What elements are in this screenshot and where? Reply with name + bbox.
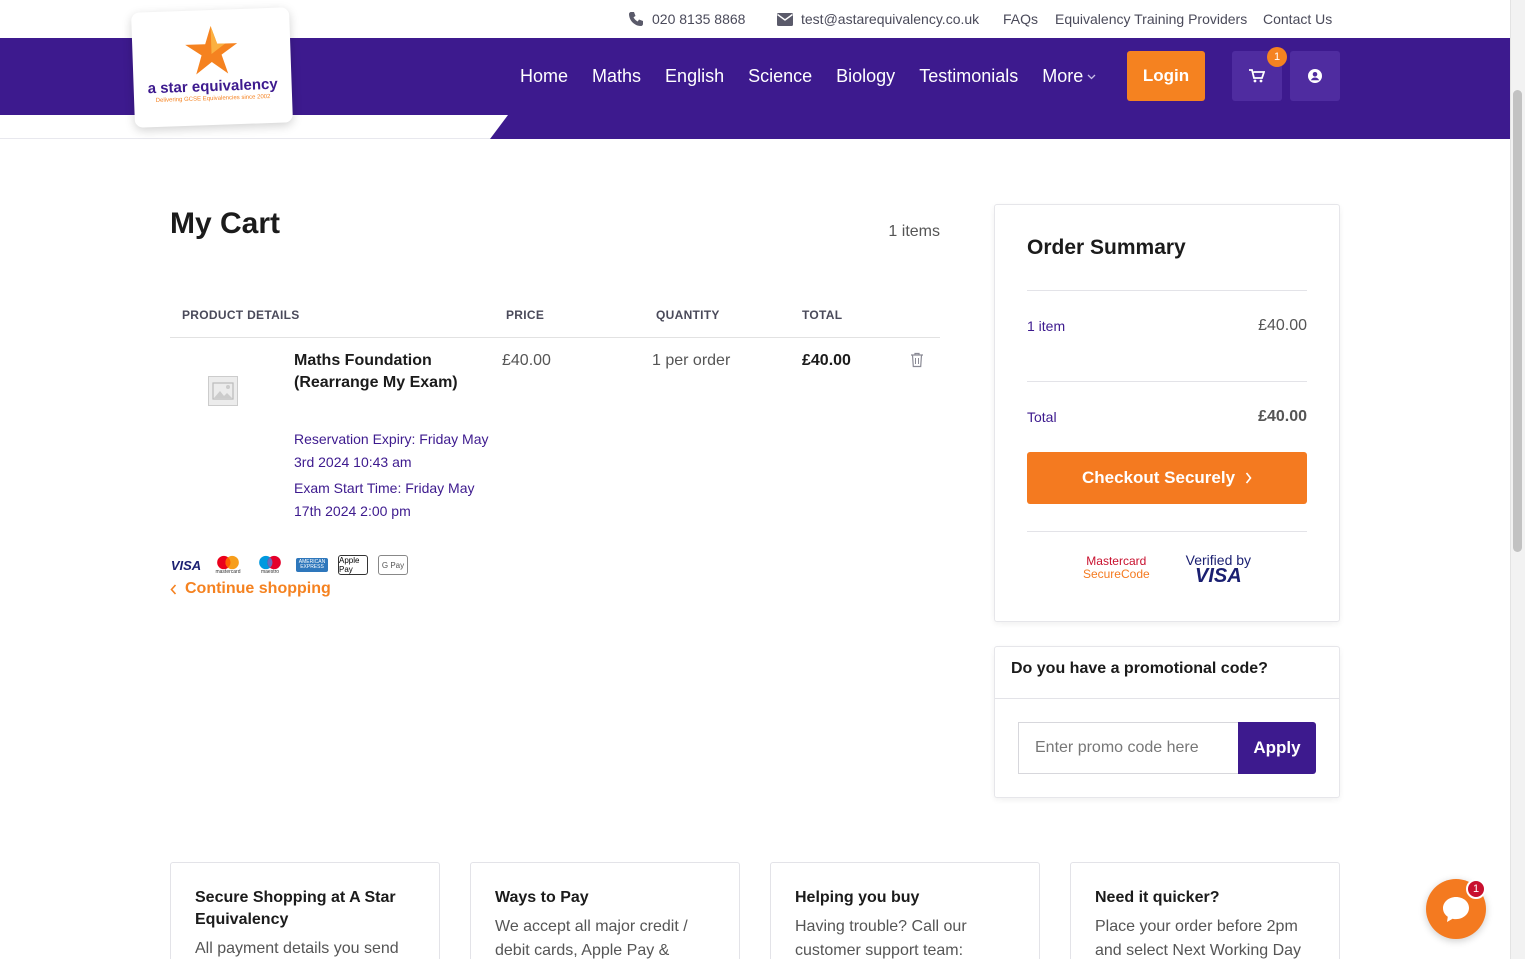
header-quantity: QUANTITY xyxy=(656,308,720,322)
envelope-icon xyxy=(777,12,793,26)
star-logo-icon xyxy=(185,26,238,75)
checkout-securely-button[interactable]: Checkout Securely xyxy=(1027,452,1307,504)
cart-table-header: PRODUCT DETAILS PRICE QUANTITY TOTAL xyxy=(170,306,940,338)
divider xyxy=(1027,381,1307,382)
exam-start-time: Exam Start Time: Friday May 17th 2024 2:… xyxy=(294,480,475,519)
email-link[interactable]: test@astarequivalency.co.uk xyxy=(777,11,979,27)
mastercard-securecode-logo: Mastercard SecureCode xyxy=(1082,554,1150,581)
summary-items-row: 1 item £40.00 xyxy=(1027,317,1307,335)
contact-us-link[interactable]: Contact Us xyxy=(1263,11,1332,27)
secure-payment-logos: Mastercard SecureCode Verified by VISA xyxy=(1027,552,1307,587)
product-name[interactable]: Maths Foundation (Rearrange My Exam) xyxy=(294,350,494,394)
phone-icon xyxy=(629,12,643,26)
cart-item-count: 1 items xyxy=(888,223,940,240)
nav-menu: Home Maths English Science Biology Testi… xyxy=(508,38,1108,115)
summary-items-label: 1 item xyxy=(1027,318,1066,334)
visa-icon: VISA xyxy=(170,557,202,573)
divider xyxy=(1027,531,1307,532)
account-button[interactable] xyxy=(1290,51,1340,101)
login-button[interactable]: Login xyxy=(1127,51,1205,101)
chevron-right-icon xyxy=(1245,472,1252,484)
summary-items-value: £40.00 xyxy=(1258,317,1307,334)
header-price: PRICE xyxy=(506,308,545,322)
info-card-secure-shopping: Secure Shopping at A Star Equivalency Al… xyxy=(170,862,440,959)
amex-icon: AMERICAN EXPRESS xyxy=(296,558,328,572)
divider xyxy=(995,698,1339,699)
verified-by-visa-logo: Verified by VISA xyxy=(1185,552,1252,587)
apply-promo-button[interactable]: Apply xyxy=(1238,722,1316,774)
nav-item-home[interactable]: Home xyxy=(508,66,580,87)
info-card-need-it-quicker: Need it quicker? Place your order before… xyxy=(1070,862,1340,959)
mastercard-icon: mastercard xyxy=(212,555,244,575)
user-circle-icon xyxy=(1308,69,1322,83)
training-providers-link[interactable]: Equivalency Training Providers xyxy=(1055,11,1247,27)
phone-link[interactable]: 020 8135 8868 xyxy=(628,11,745,27)
header-product-details: PRODUCT DETAILS xyxy=(182,308,300,322)
cart-count-badge: 1 xyxy=(1267,47,1287,67)
payment-methods: VISA mastercard maestro AMERICAN EXPRESS… xyxy=(170,555,408,575)
info-card-ways-to-pay: Ways to Pay We accept all major credit /… xyxy=(470,862,740,959)
nav-item-english[interactable]: English xyxy=(653,66,736,87)
nav-item-science[interactable]: Science xyxy=(736,66,824,87)
google-pay-icon: G Pay xyxy=(378,555,408,575)
apple-pay-icon: Apple Pay xyxy=(338,555,368,575)
item-quantity: 1 per order xyxy=(652,352,731,369)
scrollbar-thumb[interactable] xyxy=(1513,90,1522,552)
nav-item-more[interactable]: More xyxy=(1030,66,1108,87)
summary-total-row: Total £40.00 xyxy=(1027,408,1307,426)
item-price: £40.00 xyxy=(502,352,551,369)
nav-item-maths[interactable]: Maths xyxy=(580,66,653,87)
reservation-expiry: Reservation Expiry: Friday May 3rd 2024 … xyxy=(294,431,489,470)
header-total: TOTAL xyxy=(802,308,843,322)
chat-bubble-icon xyxy=(1443,897,1469,922)
chat-notification-badge: 1 xyxy=(1466,879,1486,899)
nav-item-biology[interactable]: Biology xyxy=(824,66,907,87)
page-title: My Cart xyxy=(170,207,281,240)
chevron-down-icon xyxy=(1087,74,1096,79)
promo-code-title: Do you have a promotional code? xyxy=(1011,660,1268,677)
summary-total-value: £40.00 xyxy=(1258,408,1307,425)
info-card-helping-you-buy: Helping you buy Having trouble? Call our… xyxy=(770,862,1040,959)
page: 020 8135 8868 test@astarequivalency.co.u… xyxy=(0,0,1525,959)
faqs-link[interactable]: FAQs xyxy=(1003,11,1038,27)
continue-shopping-link[interactable]: Continue shopping xyxy=(170,580,331,598)
image-placeholder-icon xyxy=(212,382,234,400)
trash-icon xyxy=(911,352,923,368)
remove-item-button[interactable] xyxy=(910,352,924,373)
divider xyxy=(1027,290,1307,291)
product-image-placeholder[interactable] xyxy=(208,376,238,406)
nav-item-testimonials[interactable]: Testimonials xyxy=(907,66,1030,87)
item-total: £40.00 xyxy=(802,352,851,369)
summary-total-label: Total xyxy=(1027,409,1057,425)
maestro-icon: maestro xyxy=(254,555,286,575)
order-summary-title: Order Summary xyxy=(1027,236,1186,259)
nav-slant-decoration xyxy=(490,115,1510,139)
logo[interactable]: a star equivalency Delivering GCSE Equiv… xyxy=(131,7,293,128)
cart-icon xyxy=(1249,69,1265,83)
chevron-left-icon xyxy=(170,583,177,595)
promo-code-input[interactable] xyxy=(1018,722,1239,774)
